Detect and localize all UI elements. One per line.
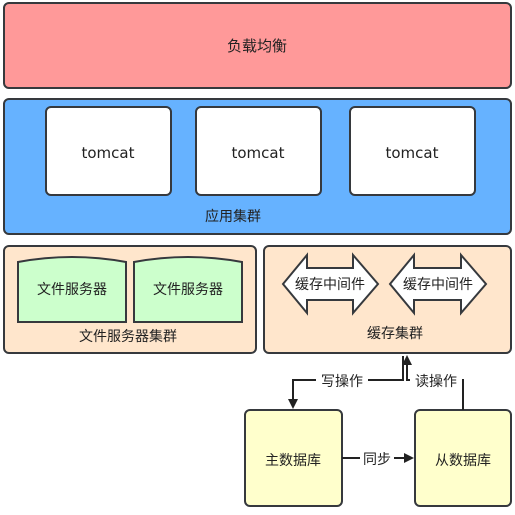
tomcat-label-1: tomcat (82, 144, 135, 162)
load-balancer-box: 负载均衡 (3, 2, 512, 89)
master-db-box: 主数据库 (244, 409, 343, 507)
file-server-label-1: 文件服务器 (37, 282, 107, 298)
master-db-label: 主数据库 (265, 453, 321, 469)
slave-db-label: 从数据库 (435, 453, 491, 469)
write-edge-label: 写操作 (321, 374, 363, 390)
app-cluster-box: tomcat tomcat tomcat 应用集群 (3, 98, 512, 235)
load-balancer-label: 负载均衡 (227, 37, 287, 55)
sync-edge: 同步 (342, 450, 414, 468)
sync-edge-label: 同步 (363, 452, 391, 468)
cache-cluster-label: 缓存集群 (367, 325, 423, 342)
write-edge: 写操作 (288, 356, 404, 409)
cache-middleware-label-1: 缓存中间件 (295, 277, 365, 293)
tomcat-label-3: tomcat (386, 144, 439, 162)
slave-db-box: 从数据库 (414, 409, 512, 507)
read-edge-label: 读操作 (415, 373, 457, 390)
cache-middleware-label-2: 缓存中间件 (403, 277, 473, 293)
read-edge: 读操作 (402, 355, 464, 410)
architecture-diagram: 负载均衡 tomcat tomcat tomcat 应用集群 文件服务器 文件服… (3, 2, 512, 507)
file-server-label-2: 文件服务器 (153, 282, 223, 298)
cache-cluster-box: 缓存中间件 缓存中间件 缓存集群 (263, 245, 512, 354)
app-cluster-label: 应用集群 (205, 208, 261, 225)
tomcat-label-2: tomcat (232, 144, 285, 162)
file-cluster-label: 文件服务器集群 (79, 328, 177, 345)
file-cluster-box: 文件服务器 文件服务器 文件服务器集群 (3, 245, 257, 354)
